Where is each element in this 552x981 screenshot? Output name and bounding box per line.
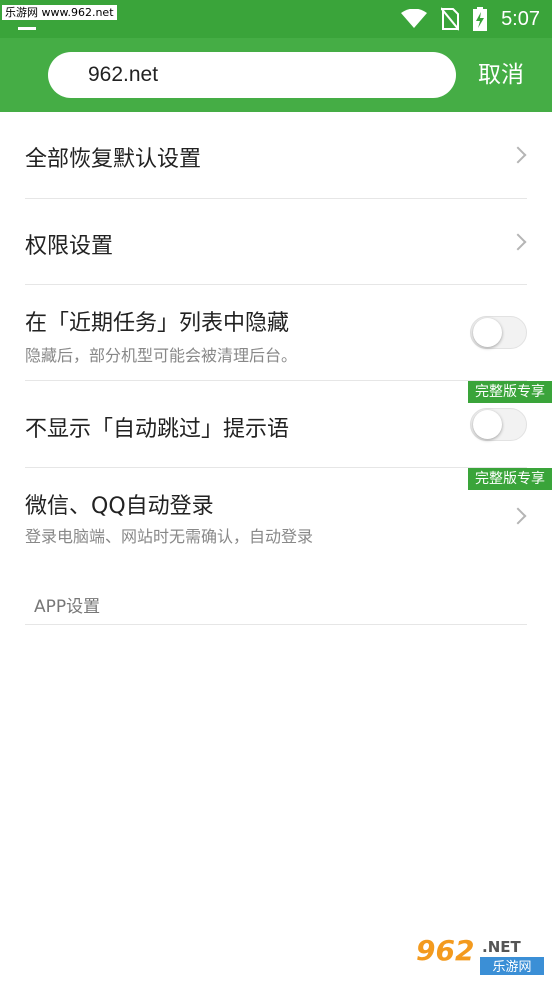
restore-defaults-item[interactable]: 全部恢复默认设置 bbox=[0, 112, 552, 199]
item-title: 在「近期任务」列表中隐藏 bbox=[25, 311, 290, 336]
premium-badge: 完整版专享 bbox=[468, 468, 552, 490]
svg-text:962: 962 bbox=[416, 934, 474, 967]
battery-charging-icon bbox=[473, 7, 488, 31]
chevron-right-icon bbox=[509, 507, 527, 525]
app-settings-section-header: APP设置 bbox=[34, 597, 101, 617]
clock: 5:07 bbox=[501, 7, 540, 30]
item-title: 权限设置 bbox=[25, 234, 114, 259]
cancel-button[interactable]: 取消 bbox=[478, 58, 524, 92]
hide-in-recents-toggle[interactable] bbox=[470, 316, 527, 349]
download-indicator-icon bbox=[18, 27, 36, 30]
wifi-icon bbox=[401, 9, 428, 28]
toggle-knob bbox=[473, 410, 502, 439]
hide-skip-hint-item: 完整版专享 不显示「自动跳过」提示语 bbox=[0, 381, 552, 468]
auto-login-item[interactable]: 完整版专享 微信、QQ自动登录 登录电脑端、网站时无需确认，自动登录 bbox=[0, 468, 552, 558]
item-subtitle: 隐藏后，部分机型可能会被清理后台。 bbox=[25, 346, 298, 365]
hide-in-recents-item: 在「近期任务」列表中隐藏 隐藏后，部分机型可能会被清理后台。 bbox=[0, 285, 552, 381]
status-bar: 乐游网 www.962.net 5:07 bbox=[0, 0, 552, 38]
watermark-label: 乐游网 www.962.net bbox=[2, 5, 117, 20]
section-divider bbox=[25, 624, 527, 625]
item-subtitle: 登录电脑端、网站时无需确认，自动登录 bbox=[25, 527, 314, 546]
chevron-right-icon bbox=[509, 146, 527, 164]
item-title: 微信、QQ自动登录 bbox=[25, 494, 214, 519]
no-sim-icon bbox=[441, 7, 460, 31]
item-title: 全部恢复默认设置 bbox=[25, 147, 202, 172]
settings-list: 全部恢复默认设置 权限设置 在「近期任务」列表中隐藏 隐藏后，部分机型可能会被清… bbox=[0, 112, 552, 558]
top-bar: 取消 bbox=[0, 38, 552, 112]
status-icons: 5:07 bbox=[401, 6, 540, 32]
search-input[interactable] bbox=[48, 52, 456, 98]
item-title: 不显示「自动跳过」提示语 bbox=[25, 417, 290, 442]
site-logo: 962 .NET 乐游网 bbox=[414, 932, 546, 976]
premium-badge: 完整版专享 bbox=[468, 381, 552, 403]
svg-text:.NET: .NET bbox=[482, 938, 521, 956]
chevron-right-icon bbox=[509, 233, 527, 251]
permission-settings-item[interactable]: 权限设置 bbox=[0, 199, 552, 285]
toggle-knob bbox=[473, 318, 502, 347]
svg-text:乐游网: 乐游网 bbox=[492, 960, 531, 975]
hide-skip-hint-toggle[interactable] bbox=[470, 408, 527, 441]
